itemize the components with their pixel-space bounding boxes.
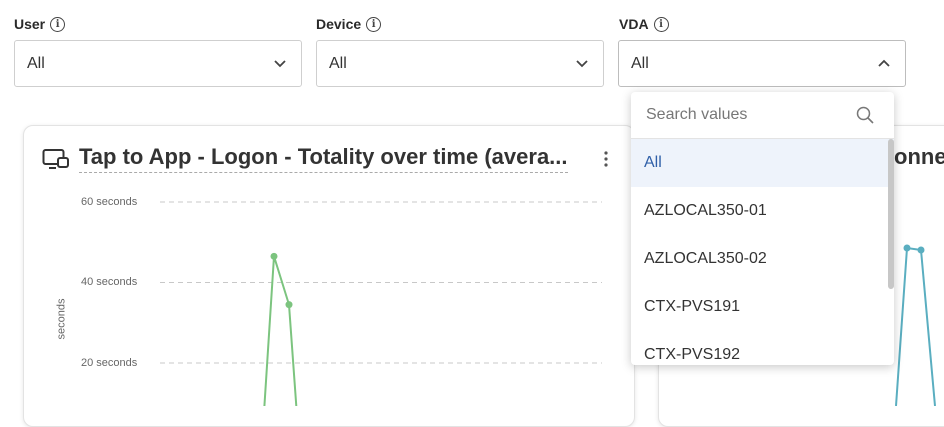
search-placeholder: Search values <box>646 106 748 123</box>
right-series-point <box>917 246 925 254</box>
vda-option-azlocal350-02[interactable]: AZLOCAL350-02 <box>631 235 894 283</box>
vda-option-ctx-pvs191[interactable]: CTX-PVS191 <box>631 283 894 331</box>
vda-option-all[interactable]: All <box>631 139 894 187</box>
vda-dropdown: Search values All AZLOCAL350-01 AZLOCAL3… <box>631 92 894 365</box>
search-icon <box>856 106 874 124</box>
right-series-line <box>895 246 936 406</box>
dropdown-scrollbar[interactable] <box>888 139 894 289</box>
vda-option-ctx-pvs192[interactable]: CTX-PVS192 <box>631 331 894 365</box>
vda-search-input[interactable]: Search values <box>631 92 894 139</box>
right-series-point <box>903 244 911 252</box>
vda-option-azlocal350-01[interactable]: AZLOCAL350-01 <box>631 187 894 235</box>
